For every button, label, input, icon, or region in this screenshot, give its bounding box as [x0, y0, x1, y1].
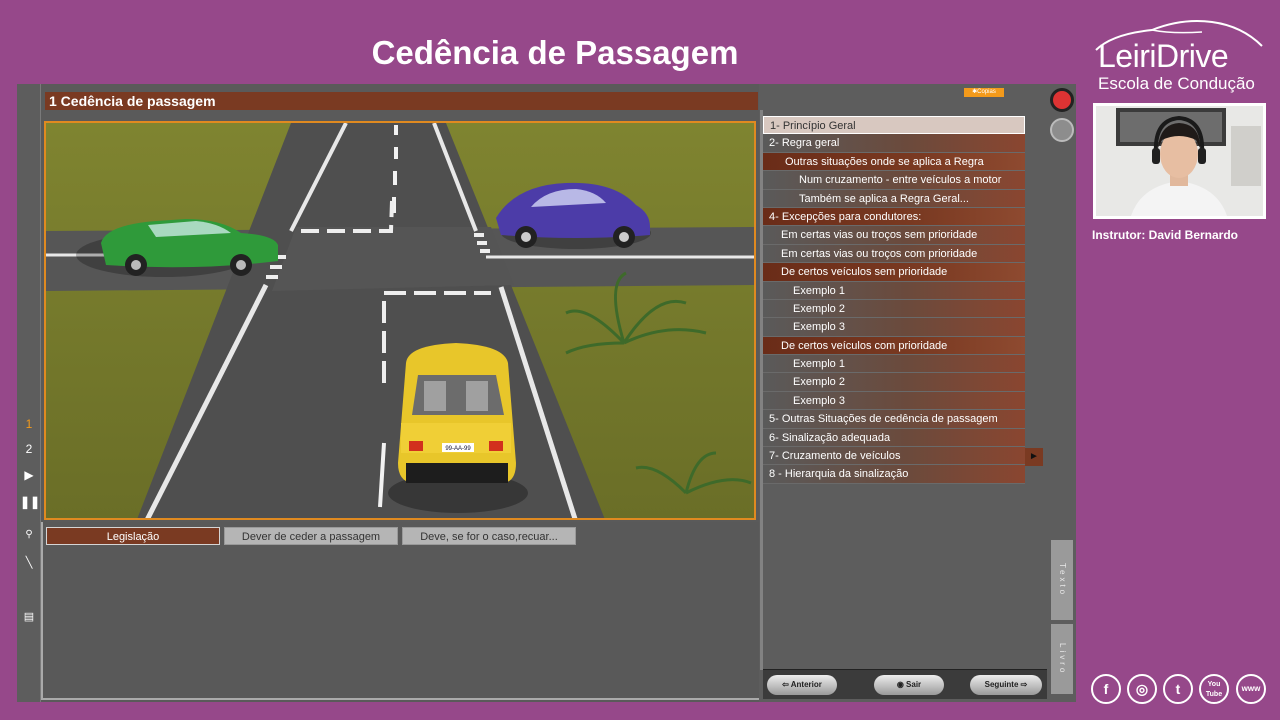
next-button[interactable]: Seguinte ⇨	[970, 675, 1042, 695]
texto-tab[interactable]: Texto	[1051, 540, 1073, 620]
play-icon[interactable]: ▶	[20, 468, 38, 482]
content-area	[41, 522, 759, 700]
intersection-scene: 99-AA-99	[44, 121, 756, 520]
menu-item-exemplo-3a[interactable]: Exemplo 3	[763, 318, 1025, 337]
pause-icon[interactable]: ❚❚	[20, 495, 40, 509]
twitter-icon[interactable]: t	[1163, 674, 1193, 704]
webcam-feed	[1093, 103, 1266, 219]
instagram-icon[interactable]: ◎	[1127, 674, 1157, 704]
menu-item-exemplo-2a[interactable]: Exemplo 2	[763, 299, 1025, 319]
exit-button[interactable]: ◉ Sair	[874, 675, 944, 695]
settings-icon[interactable]	[1050, 118, 1074, 142]
menu-item-outras-situacoes[interactable]: 5- Outras Situações de cedência de passa…	[763, 410, 1025, 429]
tab-dever-ceder[interactable]: Dever de ceder a passagem	[224, 527, 398, 545]
menu-item-hierarquia[interactable]: 8 - Hierarquia da sinalização	[763, 465, 1025, 484]
yellow-car: 99-AA-99	[388, 343, 528, 513]
license-plate: 99-AA-99	[445, 446, 471, 452]
web-icon[interactable]: www	[1236, 674, 1266, 704]
brand-name: LeiriDrive	[1098, 38, 1229, 74]
instructor-name: Instrutor: David Bernardo	[1092, 228, 1239, 242]
menu-item-sinalizacao[interactable]: 6- Sinalização adequada	[763, 428, 1025, 448]
facebook-icon[interactable]: f	[1091, 674, 1121, 704]
lesson-tabs: Legislação Dever de ceder a passagem Dev…	[46, 527, 576, 545]
page-title: Cedência de Passagem	[371, 34, 739, 71]
page-1-button[interactable]: 1	[20, 417, 38, 431]
page-2-button[interactable]: 2	[20, 442, 38, 456]
menu-item-veiculos-sem-prioridade[interactable]: De certos veículos sem prioridade	[763, 263, 1025, 282]
menu-item-veiculos-com-prioridade[interactable]: De certos veículos com prioridade	[763, 336, 1025, 356]
previous-button[interactable]: ⇦ Anterior	[767, 675, 837, 695]
topic-menu: 1- Princípio Geral 2- Regra geral Outras…	[763, 116, 1025, 484]
close-icon[interactable]	[1050, 88, 1074, 112]
menu-item-regra-geral[interactable]: 2- Regra geral	[763, 134, 1025, 153]
submenu-arrow-icon[interactable]: ►	[1025, 448, 1043, 466]
menu-item-exemplo-1a[interactable]: Exemplo 1	[763, 281, 1025, 300]
pen-icon[interactable]: ╲	[20, 556, 38, 569]
menu-item-tambem-regra-geral[interactable]: Também se aplica a Regra Geral...	[763, 189, 1025, 208]
menu-item-vias-com-prioridade[interactable]: Em certas vias ou troços com prioridade	[763, 244, 1025, 264]
menu-item-exemplo-2b[interactable]: Exemplo 2	[763, 373, 1025, 392]
youtube-icon[interactable]: You Tube	[1199, 674, 1229, 704]
tab-legislacao[interactable]: Legislação	[46, 527, 220, 545]
copias-button[interactable]: ✱Copias	[964, 88, 1004, 97]
menu-item-excepcoes[interactable]: 4- Excepções para condutores:	[763, 207, 1025, 227]
menu-item-vias-sem-prioridade[interactable]: Em certas vias ou troços sem prioridade	[763, 226, 1025, 245]
menu-item-num-cruzamento[interactable]: Num cruzamento - entre veículos a motor	[763, 171, 1025, 190]
menu-item-cruzamento-veiculos[interactable]: 7- Cruzamento de veículos	[763, 447, 1025, 466]
brand-subtitle: Escola de Condução	[1098, 74, 1255, 93]
menu-item-principio-geral[interactable]: 1- Princípio Geral	[763, 116, 1025, 135]
menu-item-exemplo-3b[interactable]: Exemplo 3	[763, 391, 1025, 411]
menu-item-exemplo-1b[interactable]: Exemplo 1	[763, 355, 1025, 374]
tab-recuar[interactable]: Deve, se for o caso,recuar...	[402, 527, 576, 545]
menu-item-outras-situacoes-regra[interactable]: Outras situações onde se aplica a Regra	[763, 152, 1025, 172]
zoom-icon[interactable]: ⚲	[20, 529, 38, 540]
notes-icon[interactable]: ▤	[20, 610, 38, 623]
lesson-header: 1 Cedência de passagem	[45, 92, 758, 110]
livro-tab[interactable]: Livro	[1051, 624, 1073, 694]
